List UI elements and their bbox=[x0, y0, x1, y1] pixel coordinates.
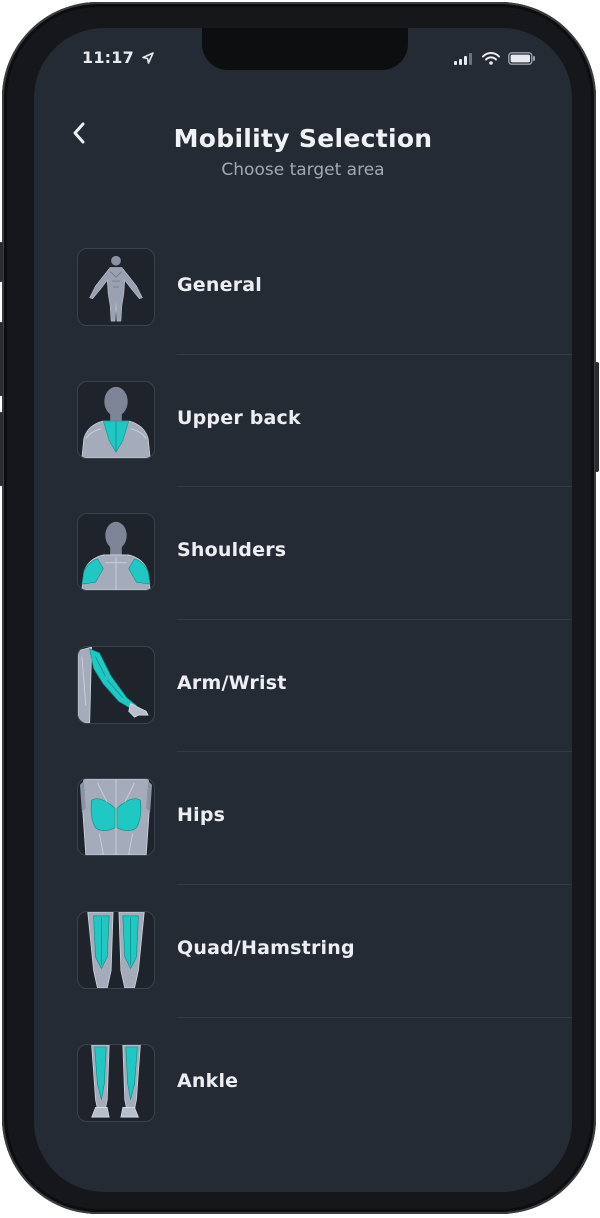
silent-switch bbox=[0, 242, 3, 282]
quad-hamstring-icon bbox=[77, 910, 155, 989]
target-area-label: Quad/Hamstring bbox=[177, 936, 355, 959]
target-area-arm-wrist[interactable]: Arm/Wrist bbox=[34, 620, 572, 753]
status-icons bbox=[454, 50, 536, 69]
target-area-ankle[interactable]: Ankle bbox=[34, 1018, 572, 1151]
volume-down-button bbox=[0, 412, 3, 486]
target-area-upper-back[interactable]: Upper back bbox=[34, 355, 572, 488]
volume-up-button bbox=[0, 322, 3, 396]
app-screen: 11:17 Mobility Selection Choose target a… bbox=[34, 28, 572, 1192]
target-area-quad-hamstring[interactable]: Quad/Hamstring bbox=[34, 885, 572, 1018]
target-area-list: General Upper back Shoulders Arm/Wrist H… bbox=[34, 222, 572, 1150]
page-title: Mobility Selection bbox=[173, 124, 433, 153]
status-time: 11:17 bbox=[82, 48, 154, 68]
wifi-icon bbox=[482, 50, 500, 69]
power-button bbox=[595, 362, 599, 472]
cellular-signal-icon bbox=[454, 50, 474, 69]
page-subtitle: Choose target area bbox=[221, 160, 385, 180]
target-area-label: General bbox=[177, 274, 262, 296]
target-area-label: Ankle bbox=[177, 1069, 239, 1092]
upper-back-icon bbox=[77, 380, 155, 459]
target-area-hips[interactable]: Hips bbox=[34, 752, 572, 885]
target-area-general[interactable]: General bbox=[34, 222, 572, 355]
battery-icon bbox=[508, 50, 536, 69]
status-time-text: 11:17 bbox=[82, 48, 134, 67]
camera-notch bbox=[202, 28, 408, 70]
target-area-label: Shoulders bbox=[177, 539, 287, 562]
target-area-label: Arm/Wrist bbox=[177, 671, 287, 694]
target-area-label: Hips bbox=[177, 804, 226, 827]
ankle-icon bbox=[77, 1043, 155, 1122]
hips-icon bbox=[77, 778, 155, 857]
arm-wrist-icon bbox=[77, 645, 155, 724]
location-arrow-icon bbox=[141, 49, 154, 68]
phone-frame: 11:17 Mobility Selection Choose target a… bbox=[0, 2, 599, 1214]
shoulders-icon bbox=[77, 513, 155, 592]
target-area-label: Upper back bbox=[177, 406, 301, 429]
target-area-shoulders[interactable]: Shoulders bbox=[34, 487, 572, 620]
full-body-icon bbox=[77, 248, 155, 326]
